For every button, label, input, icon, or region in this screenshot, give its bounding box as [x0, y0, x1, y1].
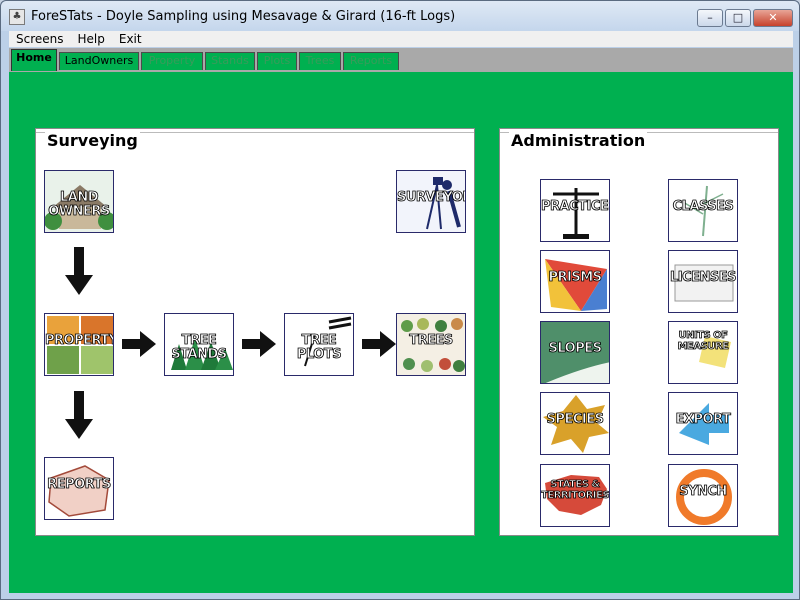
surveyor-tile[interactable]: SURVEYOR	[396, 170, 466, 233]
tab-plots[interactable]: Plots	[257, 52, 297, 70]
prisms-label: PRISMS	[548, 270, 602, 285]
trees-label: TREES	[409, 333, 454, 348]
tab-landowners[interactable]: LandOwners	[59, 52, 139, 70]
species-tile[interactable]: SPECIES	[540, 392, 610, 455]
trees-tile[interactable]: TREES	[396, 313, 466, 376]
classes-label: CLASSES	[672, 199, 734, 214]
units-of-measure-label: UNITS OF MEASURE	[677, 330, 729, 353]
landowners-label: LAND OWNERS	[48, 190, 111, 219]
surveyor-label: SURVEYOR	[397, 190, 466, 205]
tree-plots-label: TREE PLOTS	[296, 333, 342, 362]
menu-help[interactable]: Help	[71, 32, 112, 46]
property-tile[interactable]: PROPERTY	[44, 313, 114, 376]
maximize-button[interactable]: □	[725, 9, 751, 27]
tree-stands-tile[interactable]: TREE STANDS	[164, 313, 234, 376]
units-of-measure-tile[interactable]: UNITS OF MEASURE	[668, 321, 738, 384]
administration-panel: Administration PRACTICES CLASSES PRISMS …	[499, 128, 779, 536]
arrow-right-icon	[362, 331, 396, 357]
tab-strip: Home LandOwners Property Stands Plots Tr…	[9, 48, 793, 72]
menu-exit[interactable]: Exit	[112, 32, 149, 46]
administration-title: Administration	[509, 131, 648, 150]
property-label: PROPERTY	[45, 333, 114, 348]
app-icon[interactable]: ♣	[9, 9, 25, 25]
landowners-tile[interactable]: LAND OWNERS	[44, 170, 114, 233]
menu-screens[interactable]: Screens	[9, 32, 71, 46]
arrow-down-icon	[65, 391, 93, 439]
prisms-tile[interactable]: PRISMS	[540, 250, 610, 313]
app-window: ♣ ForeSTats - Doyle Sampling using Mesav…	[0, 0, 800, 600]
slopes-tile[interactable]: SLOPES	[540, 321, 610, 384]
slopes-label: SLOPES	[548, 341, 602, 356]
tab-trees[interactable]: Trees	[299, 52, 341, 70]
tab-stands[interactable]: Stands	[205, 52, 255, 70]
classes-tile[interactable]: CLASSES	[668, 179, 738, 242]
tree-stands-label: TREE STANDS	[171, 333, 228, 362]
home-content: Surveying LAND OWNERS SURVEYOR PROPERTY …	[9, 72, 793, 593]
close-button[interactable]: ✕	[753, 9, 793, 27]
tab-home[interactable]: Home	[11, 49, 57, 71]
synch-label: SYNCH	[679, 484, 728, 499]
minimize-button[interactable]: –	[697, 9, 723, 27]
reports-tile[interactable]: REPORTS	[44, 457, 114, 520]
window-controls: – □ ✕	[695, 9, 793, 27]
tab-reports[interactable]: Reports	[343, 52, 399, 70]
title-bar[interactable]: ♣ ForeSTats - Doyle Sampling using Mesav…	[1, 1, 799, 31]
arrow-right-icon	[122, 331, 156, 357]
surveying-panel: Surveying LAND OWNERS SURVEYOR PROPERTY …	[35, 128, 475, 536]
states-territories-label: STATES & TERRITORIES	[541, 479, 610, 502]
export-label: EXPORT	[675, 412, 731, 427]
practices-label: PRACTICES	[541, 199, 610, 214]
tree-plots-tile[interactable]: TREE PLOTS	[284, 313, 354, 376]
surveying-title: Surveying	[45, 131, 140, 150]
states-territories-tile[interactable]: STATES & TERRITORIES	[540, 464, 610, 527]
export-tile[interactable]: EXPORT	[668, 392, 738, 455]
tab-property[interactable]: Property	[141, 52, 203, 70]
licenses-label: LICENSES	[669, 270, 737, 285]
window-title: ForeSTats - Doyle Sampling using Mesavag…	[31, 9, 456, 24]
reports-label: REPORTS	[47, 477, 112, 492]
arrow-right-icon	[242, 331, 276, 357]
menu-bar: Screens Help Exit	[9, 31, 793, 47]
practices-tile[interactable]: PRACTICES	[540, 179, 610, 242]
licenses-tile[interactable]: LICENSES	[668, 250, 738, 313]
arrow-down-icon	[65, 247, 93, 295]
synch-tile[interactable]: SYNCH	[668, 464, 738, 527]
species-label: SPECIES	[546, 412, 604, 427]
